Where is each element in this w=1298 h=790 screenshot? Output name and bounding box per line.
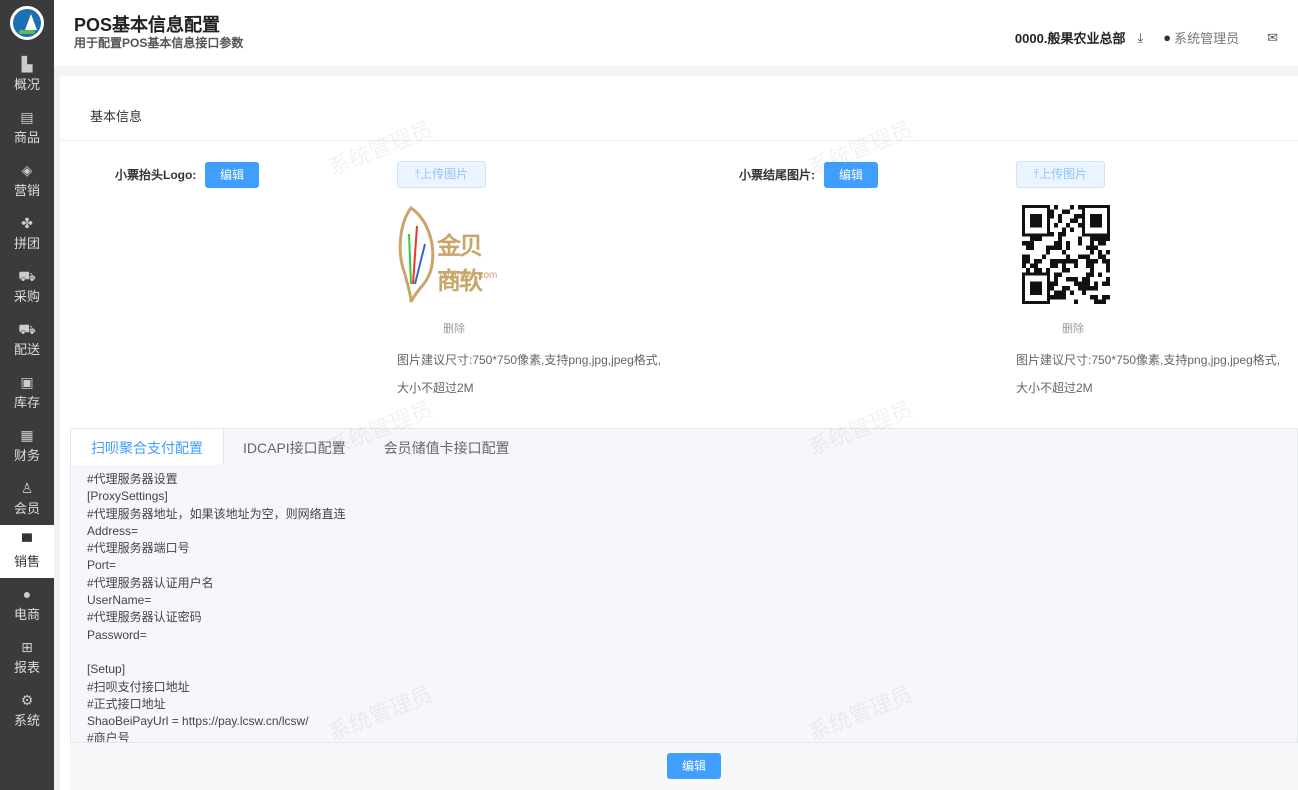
sidebar-item-3[interactable]: ✤ 拼团 <box>0 207 54 260</box>
tab-member-card-config[interactable]: 会员储值卡接口配置 <box>365 429 529 465</box>
truck-icon: ⛟ <box>18 321 36 337</box>
header: POS基本信息配置 用于配置POS基本信息接口参数 0000.般果农业总部 ⤓ … <box>54 0 1298 66</box>
sidebar-item-4[interactable]: ⛟ 采购 <box>0 260 54 313</box>
delete-logo-link[interactable]: 删除 <box>443 320 465 336</box>
upload-footer-image-button[interactable]: ⤒上传图片 <box>1016 161 1105 188</box>
sidebar-item-label: 拼团 <box>13 236 40 251</box>
logo-image-subtext: ymjinbei.com <box>439 270 498 281</box>
building-icon: ▙ <box>21 56 33 72</box>
sidebar-item-8[interactable]: ♙ 会员 <box>0 472 54 525</box>
sidebar-item-label: 系统 <box>13 713 40 728</box>
chart-board-icon: ⊞ <box>21 639 33 655</box>
sidebar-item-9[interactable]: ▀ 销售 <box>0 525 54 578</box>
sidebar-item-label: 商品 <box>13 130 40 145</box>
box-icon: ▣ <box>20 374 34 390</box>
download-icon[interactable]: ⤓ <box>1137 30 1143 46</box>
sidebar-item-10[interactable]: ● 电商 <box>0 578 54 631</box>
sidebar-item-11[interactable]: ⊞ 报表 <box>0 631 54 684</box>
sidebar-item-label: 库存 <box>13 395 40 410</box>
user-name[interactable]: 系统管理员 <box>1174 28 1239 47</box>
receipt-footer-label: 小票结尾图片: <box>739 168 815 182</box>
money-icon: ▦ <box>20 427 34 443</box>
section-title: 基本信息 <box>90 109 143 124</box>
app-logo <box>10 6 44 40</box>
sidebar: ▙ 概况 ▤ 商品 ◈ 营销 ✤ 拼团 ⛟ 采购 ⛟ 配送 ▣ 库存 ▦ 财务 ♙ 会员 ▀ 销售 ● 电商 ⊞ 报表 ⚙ 系统 <box>0 0 54 790</box>
delete-footer-image-link[interactable]: 删除 <box>1062 320 1084 336</box>
divider <box>60 140 1298 141</box>
logo-image-text: 金贝商软 <box>437 233 483 295</box>
edit-footer-image-button[interactable]: 编辑 <box>824 162 878 188</box>
sidebar-item-label: 电商 <box>13 607 40 622</box>
sidebar-item-label: 报表 <box>13 660 40 675</box>
footer-bar: 编辑 <box>70 743 1298 790</box>
edit-config-button[interactable]: 编辑 <box>667 753 721 779</box>
clover-icon: ✤ <box>21 215 33 231</box>
logo-image: 金贝商软 ymjinbei.com <box>397 204 497 304</box>
register-icon: ▀ <box>22 533 32 549</box>
sidebar-item-12[interactable]: ⚙ 系统 <box>0 684 54 737</box>
cart-icon: ⛟ <box>18 268 36 284</box>
org-name[interactable]: 0000.般果农业总部 <box>1015 28 1126 47</box>
receipt-logo-label: 小票抬头Logo: <box>115 168 197 182</box>
bag-icon: ◈ <box>21 162 33 178</box>
mail-icon[interactable]: ✉ <box>1267 30 1278 46</box>
sidebar-item-label: 概况 <box>13 77 40 92</box>
edit-logo-button[interactable]: 编辑 <box>205 162 259 188</box>
upload-logo-button[interactable]: ⤒上传图片 <box>397 161 486 188</box>
user-icon: ● <box>22 586 32 602</box>
page-subtitle: 用于配置POS基本信息接口参数 <box>74 36 244 50</box>
tab-scan-pay-config[interactable]: 扫呗聚合支付配置 <box>71 429 224 465</box>
sidebar-item-label: 会员 <box>13 501 40 516</box>
sidebar-item-0[interactable]: ▙ 概况 <box>0 48 54 101</box>
config-textarea[interactable]: #代理服务器设置 [ProxySettings] #代理服务器地址，如果该地址为… <box>70 465 1298 743</box>
sidebar-item-label: 财务 <box>13 448 40 463</box>
tab-idcapi-config[interactable]: IDCAPI接口配置 <box>224 429 365 465</box>
gear-icon: ⚙ <box>20 692 34 708</box>
sidebar-item-6[interactable]: ▣ 库存 <box>0 366 54 419</box>
sidebar-item-2[interactable]: ◈ 营销 <box>0 154 54 207</box>
main-panel: 基本信息 小票抬头Logo: 编辑 ⤒上传图片 金贝商软 ymjinbei.co… <box>60 76 1298 790</box>
footer-image-hint: 图片建议尺寸:750*750像素,支持png,jpg,jpeg格式,大小不超过2… <box>1016 353 1281 395</box>
sidebar-item-label: 营销 <box>13 183 40 198</box>
sidebar-item-7[interactable]: ▦ 财务 <box>0 419 54 472</box>
sidebar-item-label: 销售 <box>13 554 40 569</box>
person-icon: ♙ <box>20 480 34 496</box>
logo-hint: 图片建议尺寸:750*750像素,支持png,jpg,jpeg格式,大小不超过2… <box>397 353 662 395</box>
sidebar-item-5[interactable]: ⛟ 配送 <box>0 313 54 366</box>
config-tabs: 扫呗聚合支付配置 IDCAPI接口配置 会员储值卡接口配置 <box>70 428 1298 466</box>
sidebar-item-label: 配送 <box>13 342 40 357</box>
user-icon: ● <box>1163 30 1172 45</box>
sidebar-item-label: 采购 <box>13 289 40 304</box>
qr-code-image <box>1022 205 1110 304</box>
document-icon: ▤ <box>20 109 34 125</box>
sidebar-item-1[interactable]: ▤ 商品 <box>0 101 54 154</box>
